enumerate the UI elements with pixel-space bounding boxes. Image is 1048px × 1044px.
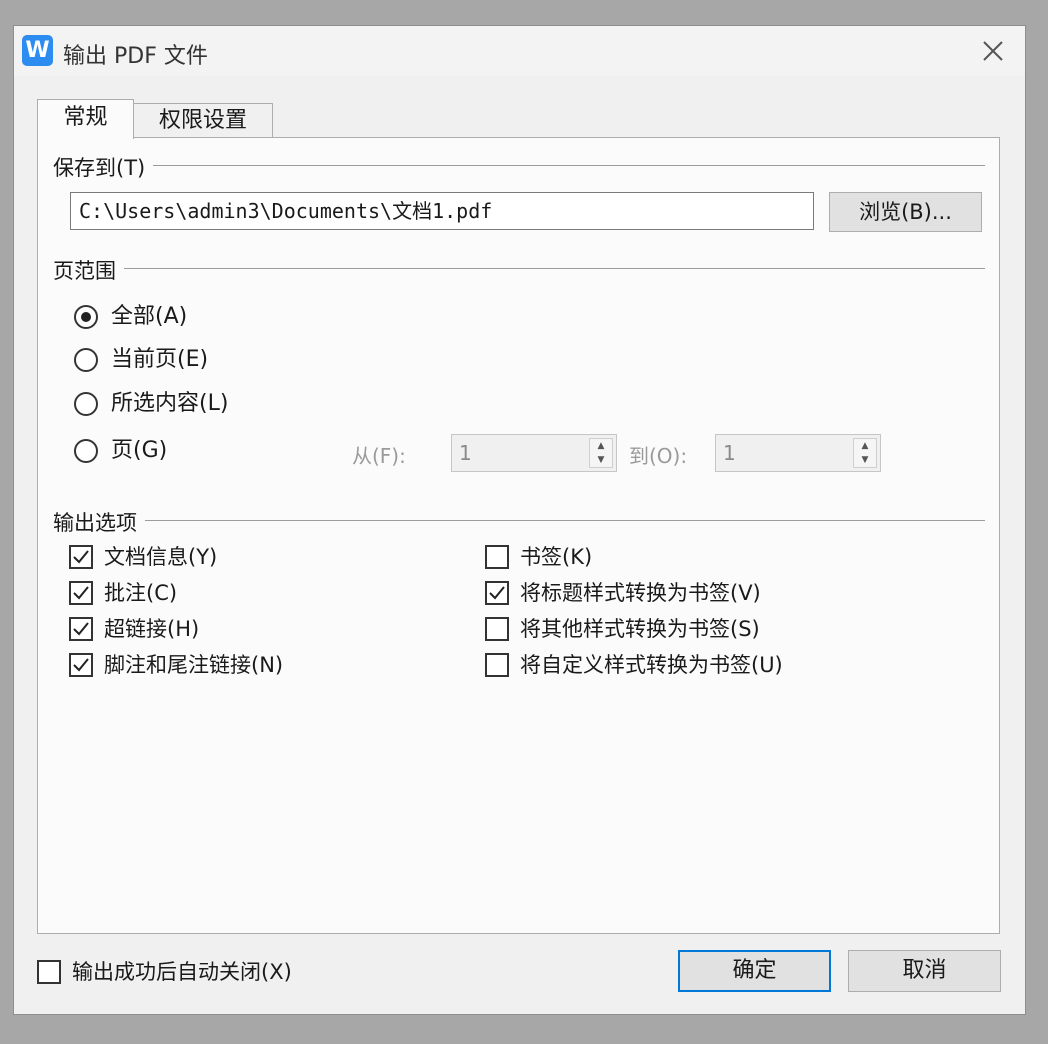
spin-down-icon[interactable]: ▼	[854, 453, 876, 467]
radio-indicator	[74, 348, 98, 372]
check-icon	[489, 586, 505, 600]
group-divider	[53, 268, 985, 269]
checkbox-box	[485, 617, 509, 641]
from-page-spinner[interactable]: 1 ▲ ▼	[451, 434, 617, 472]
heading-bookmarks-label: 将标题样式转换为书签(V)	[520, 581, 761, 605]
spin-down-icon[interactable]: ▼	[590, 453, 612, 467]
doc-info-label: 文档信息(Y)	[104, 545, 218, 569]
checkbox-box	[485, 545, 509, 569]
checkbox-box	[69, 653, 93, 677]
radio-indicator	[74, 439, 98, 463]
group-divider	[53, 165, 985, 166]
spin-up-icon[interactable]: ▲	[854, 439, 876, 453]
ok-button[interactable]: 确定	[678, 950, 831, 992]
footnote-links-label: 脚注和尾注链接(N)	[104, 653, 284, 677]
check-icon	[73, 586, 89, 600]
custom-style-bookmarks-label: 将自定义样式转换为书签(U)	[520, 653, 783, 677]
checkbox-box	[69, 617, 93, 641]
close-icon	[983, 41, 1003, 61]
checkbox-box	[485, 653, 509, 677]
check-icon	[73, 622, 89, 636]
checkbox-box	[485, 581, 509, 605]
checkbox-box	[69, 581, 93, 605]
to-label: 到(O):	[629, 444, 688, 468]
hyperlinks-label: 超链接(H)	[104, 617, 200, 641]
check-icon	[73, 550, 89, 564]
tab-permissions[interactable]: 权限设置	[133, 103, 273, 138]
output-options-label: 输出选项	[53, 507, 145, 537]
to-page-value: 1	[723, 441, 736, 465]
bookmarks-label: 书签(K)	[520, 545, 593, 569]
checkbox-box	[69, 545, 93, 569]
radio-current-page-label: 当前页(E)	[111, 347, 209, 372]
close-button[interactable]	[981, 39, 1005, 63]
from-label: 从(F):	[352, 444, 406, 468]
dialog-title: 输出 PDF 文件	[63, 44, 208, 69]
spin-up-icon[interactable]: ▲	[590, 439, 612, 453]
spinner-arrows[interactable]: ▲ ▼	[853, 438, 877, 468]
to-page-spinner[interactable]: 1 ▲ ▼	[715, 434, 881, 472]
wps-app-icon: W	[22, 35, 53, 66]
general-tab-panel: 保存到(T) C:\Users\admin3\Documents\文档1.pdf…	[37, 137, 1000, 934]
radio-all-label: 全部(A)	[111, 304, 188, 329]
output-options-group: 输出选项	[53, 507, 985, 537]
auto-close-label: 输出成功后自动关闭(X)	[72, 960, 292, 984]
radio-indicator	[74, 392, 98, 416]
save-path-input[interactable]: C:\Users\admin3\Documents\文档1.pdf	[70, 192, 814, 230]
page-range-label: 页范围	[53, 255, 124, 285]
other-style-bookmarks-label: 将其他样式转换为书签(S)	[520, 617, 760, 641]
group-divider	[53, 520, 985, 521]
tab-general[interactable]: 常规	[37, 99, 134, 139]
checkbox-box	[37, 960, 61, 984]
save-to-group: 保存到(T)	[53, 152, 985, 182]
cancel-button[interactable]: 取消	[848, 950, 1001, 992]
radio-selection-label: 所选内容(L)	[111, 391, 229, 416]
save-to-label: 保存到(T)	[53, 152, 154, 182]
title-bar: W 输出 PDF 文件	[14, 26, 1025, 76]
export-pdf-dialog: W 输出 PDF 文件 常规 权限设置 保存到(T) C:\Users\admi…	[13, 25, 1026, 1015]
radio-indicator	[74, 305, 98, 329]
spinner-arrows[interactable]: ▲ ▼	[589, 438, 613, 468]
check-icon	[73, 658, 89, 672]
page-range-group: 页范围	[53, 255, 985, 285]
browse-button[interactable]: 浏览(B)...	[829, 192, 982, 232]
from-page-value: 1	[459, 441, 472, 465]
radio-pages-label: 页(G)	[111, 438, 168, 463]
comments-label: 批注(C)	[104, 581, 178, 605]
